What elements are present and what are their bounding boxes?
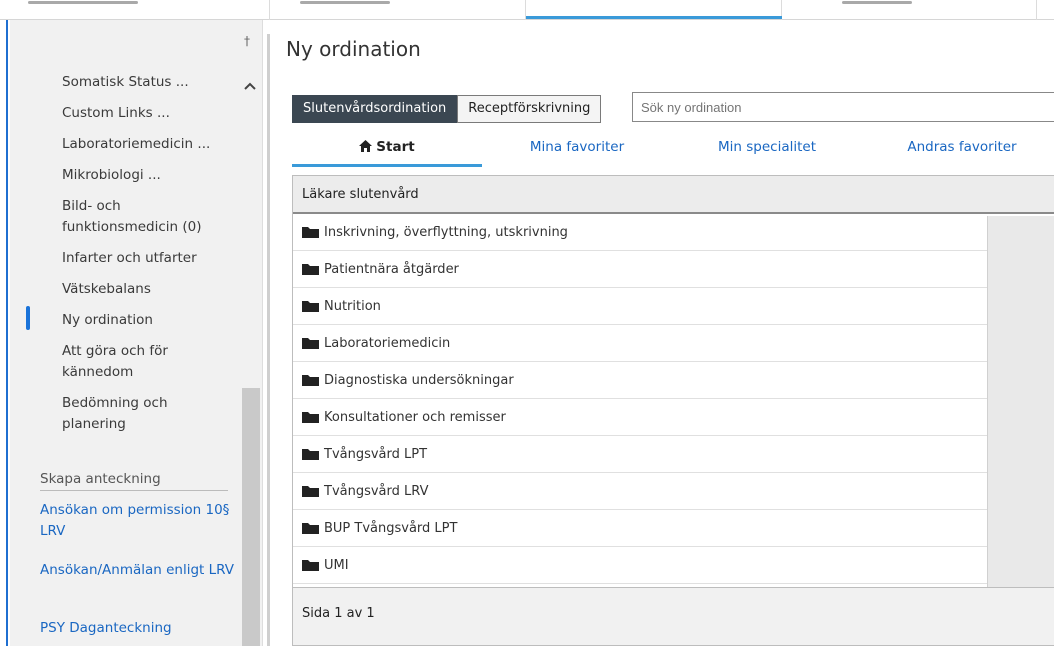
folder-icon: [302, 486, 319, 497]
top-tab-4[interactable]: [782, 0, 1037, 20]
sidebar-item-somatisk-status[interactable]: Somatisk Status ...: [10, 72, 240, 93]
folder-icon: [302, 227, 319, 238]
sidebar-item-att-gora[interactable]: Att göra och för kännedom: [10, 341, 180, 383]
folder-row[interactable]: UMI: [293, 547, 987, 584]
folder-row[interactable]: BUP Tvångsvård LPT: [293, 510, 987, 547]
left-edge-accent: [0, 20, 8, 646]
folder-label: Laboratoriemedicin: [324, 335, 451, 351]
tab-start[interactable]: Start: [292, 133, 482, 167]
page-title: Ny ordination: [286, 37, 421, 61]
panel-divider[interactable]: [262, 20, 272, 646]
order-folder-panel: Läkare slutenvård Inskrivning, överflytt…: [292, 175, 1054, 646]
sidebar-item-laboratoriemedicin[interactable]: Laboratoriemedicin ...: [10, 134, 240, 155]
inpatient-order-button[interactable]: Slutenvårdsordination: [292, 95, 458, 123]
folder-label: Tvångsvård LRV: [324, 483, 429, 499]
tab-start-label: Start: [376, 139, 415, 155]
folder-icon: [302, 375, 319, 386]
folder-icon: [302, 264, 319, 275]
pager: Sida 1 av 1: [293, 587, 1054, 645]
folder-icon: [302, 338, 319, 349]
folder-icon: [302, 523, 319, 534]
panel-header: Läkare slutenvård: [293, 176, 1054, 214]
folder-label: Tvångsvård LPT: [324, 446, 428, 462]
sidebar: † Somatisk Status ... Custom Links ... L…: [10, 20, 262, 646]
tab-bar: Start Mina favoriter Min specialitet And…: [292, 133, 1054, 167]
folder-label: Inskrivning, överflyttning, utskrivning: [324, 224, 568, 240]
folder-label: Diagnostiska undersökningar: [324, 372, 514, 388]
folder-label: UMI: [324, 557, 349, 573]
chevron-up-icon[interactable]: [242, 78, 258, 94]
sidebar-item-bedomning[interactable]: Bedömning och planering: [10, 393, 170, 435]
folder-row[interactable]: Tvångsvård LRV: [293, 473, 987, 510]
top-tab-2[interactable]: [270, 0, 526, 20]
folder-label: Konsultationer och remisser: [324, 409, 506, 425]
pin-icon[interactable]: †: [244, 34, 250, 48]
note-link-permission[interactable]: Ansökan om permission 10§ LRV: [40, 500, 240, 542]
search-input[interactable]: [632, 92, 1054, 122]
folder-list: Inskrivning, överflyttning, utskrivning P…: [293, 214, 1054, 584]
prescription-button[interactable]: Receptförskrivning: [457, 95, 602, 123]
sidebar-item-infarter-och-utfarter[interactable]: Infarter och utfarter: [10, 248, 240, 269]
sidebar-item-custom-links[interactable]: Custom Links ...: [10, 103, 240, 124]
order-type-toggle: Slutenvårdsordination Receptförskrivning: [292, 95, 602, 123]
folder-row[interactable]: Nutrition: [293, 288, 987, 325]
note-link-ansokan-anmalan[interactable]: Ansökan/Anmälan enligt LRV: [40, 560, 240, 581]
folder-icon: [302, 449, 319, 460]
sidebar-item-vatskebalans[interactable]: Vätskebalans: [10, 279, 240, 300]
tab-andras-favoriter[interactable]: Andras favoriter: [862, 133, 1054, 167]
folder-label: Nutrition: [324, 298, 381, 314]
note-link-psy-daganteckning[interactable]: PSY Daganteckning: [40, 618, 240, 639]
folder-icon: [302, 560, 319, 571]
sidebar-item-mikrobiologi[interactable]: Mikrobiologi ...: [10, 165, 240, 186]
folder-row[interactable]: Diagnostiska undersökningar: [293, 362, 987, 399]
top-tab-1[interactable]: [0, 0, 270, 20]
sidebar-scrollbar[interactable]: [242, 388, 260, 646]
folder-row[interactable]: Inskrivning, överflyttning, utskrivning: [293, 214, 987, 251]
folder-row[interactable]: Konsultationer och remisser: [293, 399, 987, 436]
sidebar-item-bild-och-funktionsmedicin[interactable]: Bild- och funktionsmedicin (0): [10, 196, 210, 238]
sidebar-item-ny-ordination[interactable]: Ny ordination: [10, 306, 240, 331]
home-icon: [359, 140, 373, 152]
main-content: Ny ordination Slutenvårdsordination Rece…: [284, 20, 1054, 646]
folder-icon: [302, 412, 319, 423]
section-label-skapa-anteckning: Skapa anteckning: [40, 471, 228, 491]
folder-label: Patientnära åtgärder: [324, 261, 459, 277]
tab-mina-favoriter[interactable]: Mina favoriter: [482, 133, 672, 167]
folder-row[interactable]: Tvångsvård LPT: [293, 436, 987, 473]
top-tab-strip: [0, 0, 1054, 20]
folder-row[interactable]: Patientnära åtgärder: [293, 251, 987, 288]
sidebar-nav-list: Somatisk Status ... Custom Links ... Lab…: [10, 72, 240, 435]
active-tab-indicator: [526, 16, 782, 19]
panel-side-gutter: [987, 216, 1054, 587]
folder-label: BUP Tvångsvård LPT: [324, 520, 458, 536]
folder-row[interactable]: Laboratoriemedicin: [293, 325, 987, 362]
tab-min-specialitet[interactable]: Min specialitet: [672, 133, 862, 167]
folder-icon: [302, 301, 319, 312]
